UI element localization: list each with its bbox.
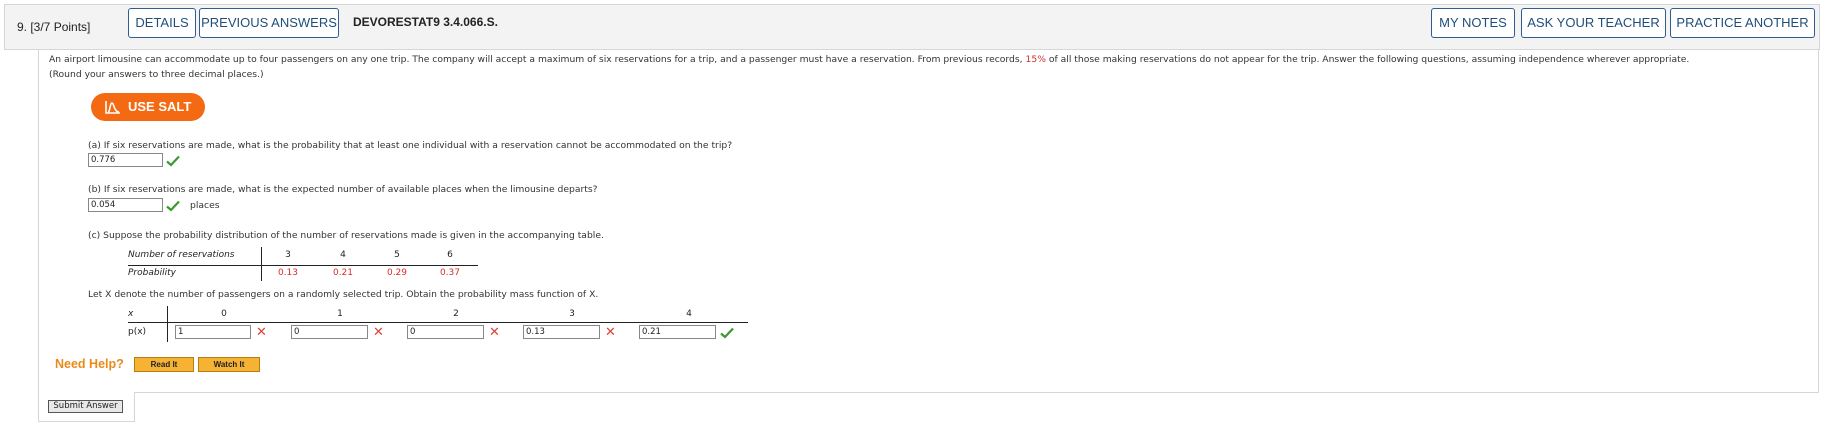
part-b-answer-input[interactable]: 0.054	[88, 198, 163, 212]
table-divider	[167, 306, 168, 342]
x-value: 4	[686, 309, 692, 319]
pmf-answer-input[interactable]: 0.13	[523, 325, 600, 339]
part-a-question: (a) If six reservations are made, what i…	[88, 140, 733, 151]
part-b-question: (b) If six reservations are made, what i…	[88, 184, 598, 195]
x-value: 3	[569, 309, 575, 319]
pmf-instruction: Let X denote the number of passengers on…	[88, 289, 599, 300]
rounding-note: (Round your answers to three decimal pla…	[49, 69, 264, 80]
use-salt-button[interactable]: USE SALT	[91, 93, 205, 121]
pmf-answer-input[interactable]: 0	[407, 325, 484, 339]
my-notes-button[interactable]: MY NOTES	[1431, 8, 1515, 38]
incorrect-x-icon: ✕	[256, 325, 267, 340]
reservations-row-label: Number of reservations	[128, 250, 235, 260]
table-divider	[261, 247, 262, 281]
probability-value: 0.29	[386, 268, 408, 278]
incorrect-x-icon: ✕	[373, 325, 384, 340]
incorrect-x-icon: ✕	[489, 325, 500, 340]
question-number: 9. [3/7 Points]	[17, 20, 91, 34]
watch-it-button[interactable]: Watch It	[198, 357, 260, 372]
part-c-question: (c) Suppose the probability distribution…	[88, 230, 604, 241]
problem-intro-end: of all those making reservations do not …	[1045, 54, 1690, 65]
details-button[interactable]: DETAILS	[128, 8, 196, 38]
probability-row-label: Probability	[128, 268, 176, 278]
table-divider	[128, 265, 478, 266]
part-a-answer-input[interactable]: 0.776	[88, 153, 163, 167]
practice-another-button[interactable]: PRACTICE ANOTHER	[1670, 8, 1815, 38]
problem-intro-start: An airport limousine can accommodate up …	[49, 54, 1026, 65]
reservation-value: 5	[394, 250, 400, 260]
salt-chart-icon	[105, 101, 120, 114]
correct-check-icon	[166, 155, 180, 167]
probability-value: 0.13	[277, 268, 299, 278]
question-body	[38, 49, 1819, 393]
x-row-label: x	[128, 309, 134, 319]
px-row-label: p(x)	[128, 327, 147, 337]
x-value: 2	[453, 309, 459, 319]
use-salt-label: USE SALT	[128, 99, 192, 114]
problem-code: DEVORESTAT9 3.4.066.S.	[353, 15, 498, 29]
part-b-unit: places	[190, 200, 220, 211]
correct-check-icon	[720, 327, 734, 339]
read-it-button[interactable]: Read It	[134, 357, 194, 372]
incorrect-x-icon: ✕	[605, 325, 616, 340]
x-value: 0	[221, 309, 227, 319]
probability-value: 0.37	[439, 268, 461, 278]
need-help-label: Need Help?	[55, 357, 124, 371]
correct-check-icon	[166, 200, 180, 212]
no-show-percent: 15%	[1025, 54, 1046, 65]
ask-your-teacher-button[interactable]: ASK YOUR TEACHER	[1521, 8, 1666, 38]
table-divider	[128, 322, 748, 323]
submit-answer-button[interactable]: Submit Answer	[48, 400, 123, 413]
previous-answers-button[interactable]: PREVIOUS ANSWERS	[199, 8, 339, 38]
reservation-value: 3	[285, 250, 291, 260]
pmf-answer-input[interactable]: 1	[175, 325, 251, 339]
reservation-value: 4	[340, 250, 346, 260]
pmf-answer-input[interactable]: 0.21	[639, 325, 716, 339]
problem-intro: An airport limousine can accommodate up …	[49, 54, 1689, 65]
probability-value: 0.21	[332, 268, 354, 278]
reservation-value: 6	[447, 250, 453, 260]
pmf-answer-input[interactable]: 0	[291, 325, 368, 339]
x-value: 1	[337, 309, 343, 319]
